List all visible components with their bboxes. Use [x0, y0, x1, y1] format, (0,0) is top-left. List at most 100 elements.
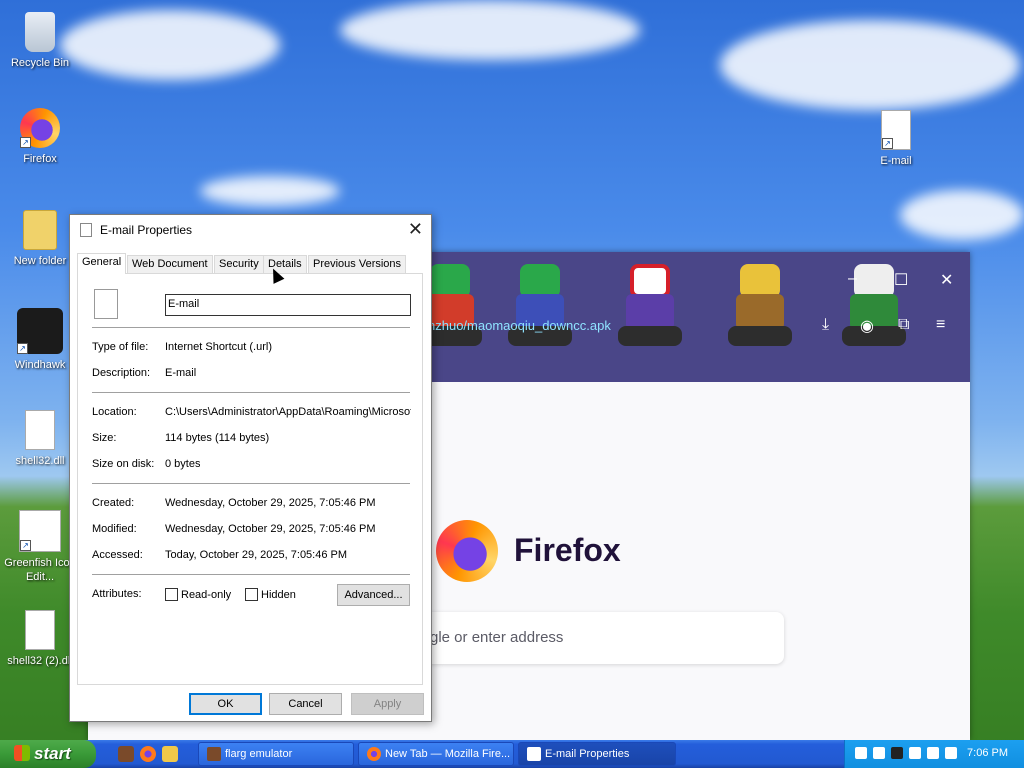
taskbar: start flarg emulator New Tab — Mozilla F… — [0, 740, 1024, 768]
minimize-icon[interactable]: – — [848, 270, 857, 288]
shortcut-arrow-icon: ↗ — [20, 540, 31, 551]
firefox-logo-icon — [436, 520, 498, 582]
type-value: Internet Shortcut (.url) — [165, 341, 272, 353]
tab-security[interactable]: Security — [214, 255, 264, 273]
monitor-icon[interactable] — [927, 747, 939, 759]
description-value: E-mail — [165, 367, 197, 379]
modified-label: Modified: — [92, 523, 137, 535]
properties-dialog[interactable]: E-mail Properties ✕ General Web Document… — [69, 214, 432, 722]
ok-button[interactable]: OK — [189, 693, 262, 715]
tab-general[interactable]: General — [77, 253, 127, 274]
accessed-label: Accessed: — [92, 549, 143, 561]
shortcut-arrow-icon: ↗ — [882, 138, 893, 149]
clock[interactable]: 7:06 PM — [967, 747, 1008, 759]
firefox-search-input[interactable]: gle or enter address — [418, 612, 784, 664]
folder-icon — [23, 210, 57, 250]
menu-icon[interactable]: ≡ — [936, 316, 945, 334]
desktop-icon-windhawk[interactable]: ↗ Windhawk — [2, 308, 78, 372]
recycle-bin-icon — [25, 12, 55, 52]
file-name-field[interactable]: E-mail — [165, 294, 411, 316]
type-label: Type of file: — [92, 341, 149, 353]
firefox-icon — [367, 747, 381, 761]
dll-file-icon — [25, 410, 55, 450]
close-icon[interactable]: ✕ — [408, 219, 423, 240]
task-email-properties[interactable]: E-mail Properties — [518, 742, 676, 766]
dialog-titlebar: E-mail Properties ✕ — [70, 215, 431, 245]
network-icon[interactable] — [873, 747, 885, 759]
wallpaper-cloud — [200, 176, 340, 206]
file-icon — [527, 747, 541, 761]
maximize-icon[interactable]: ☐ — [894, 270, 908, 290]
download-icon[interactable]: ⤓ — [822, 316, 829, 334]
hidden-label: Hidden — [261, 589, 296, 601]
read-only-checkbox[interactable] — [165, 588, 178, 601]
firefox-icon: ↗ — [20, 108, 60, 148]
size-value: 114 bytes (114 bytes) — [165, 432, 270, 444]
greenfish-icon: ↗ — [19, 510, 61, 552]
bowser-kart-sprite — [728, 264, 792, 352]
emulator-icon — [207, 747, 221, 761]
quicklaunch-app-icon[interactable] — [118, 746, 134, 762]
display-icon[interactable] — [909, 747, 921, 759]
created-value: Wednesday, October 29, 2025, 7:05:46 PM — [165, 497, 376, 509]
file-icon — [80, 223, 92, 237]
hidden-checkbox[interactable] — [245, 588, 258, 601]
task-firefox[interactable]: New Tab — Mozilla Fire... — [358, 742, 514, 766]
toad-kart-sprite — [618, 264, 682, 352]
desktop-icon-email[interactable]: ↗ E-mail — [858, 110, 934, 168]
extensions-icon[interactable]: ⧉ — [898, 316, 909, 334]
volume-muted-icon[interactable] — [945, 747, 957, 759]
read-only-label: Read-only — [181, 589, 232, 601]
accessed-value: Today, October 29, 2025, 7:05:46 PM — [165, 549, 348, 561]
quicklaunch-folder-icon[interactable] — [162, 746, 178, 762]
app-tray-icon[interactable] — [891, 747, 903, 759]
wallpaper-cloud — [720, 20, 1020, 110]
system-tray: 7:06 PM — [844, 740, 1024, 768]
location-value: C:\Users\Administrator\AppData\Roaming\M… — [165, 406, 411, 418]
windows-logo-icon — [14, 745, 30, 761]
start-button[interactable]: start — [0, 740, 96, 768]
size-label: Size: — [92, 432, 117, 444]
desktop-icon-firefox[interactable]: ↗ Firefox — [2, 108, 78, 166]
close-icon[interactable]: ✕ — [940, 270, 953, 290]
firefox-wordmark: Firefox — [514, 532, 621, 568]
apply-button[interactable]: Apply — [351, 693, 424, 715]
modified-value: Wednesday, October 29, 2025, 7:05:46 PM — [165, 523, 376, 535]
internet-shortcut-icon: ↗ — [881, 110, 911, 150]
wallpaper-cloud — [900, 190, 1024, 240]
task-flarg-emulator[interactable]: flarg emulator — [198, 742, 354, 766]
internet-shortcut-icon — [94, 289, 118, 319]
dialog-title: E-mail Properties — [100, 223, 193, 237]
shortcut-arrow-icon: ↗ — [17, 343, 28, 354]
divider — [92, 574, 410, 575]
wallpaper-cloud — [60, 10, 280, 80]
divider — [92, 327, 410, 328]
tab-previous-versions[interactable]: Previous Versions — [308, 255, 407, 273]
attributes-label: Attributes: — [92, 588, 142, 600]
desktop-icon-greenfish[interactable]: ↗ Greenfish Icon Edit... — [2, 510, 78, 584]
quicklaunch-firefox-icon[interactable] — [140, 746, 156, 762]
general-pane: E-mail Type of file: Internet Shortcut (… — [77, 273, 423, 685]
windhawk-icon: ↗ — [17, 308, 63, 354]
divider — [92, 392, 410, 393]
description-label: Description: — [92, 367, 151, 379]
security-shield-icon[interactable] — [855, 747, 867, 759]
advanced-button[interactable]: Advanced... — [337, 584, 410, 606]
desktop-icon-shell32[interactable]: shell32.dll — [2, 410, 78, 468]
location-label: Location: — [92, 406, 137, 418]
wallpaper-cloud — [340, 0, 640, 60]
divider — [92, 483, 410, 484]
shortcut-arrow-icon: ↗ — [20, 137, 31, 148]
desktop-icon-new-folder[interactable]: New folder — [2, 210, 78, 268]
dll-file-icon — [25, 610, 55, 650]
created-label: Created: — [92, 497, 135, 509]
firefox-url-fragment: nzhuo/maomaoqiu_downcc.apk — [428, 318, 611, 333]
cancel-button[interactable]: Cancel — [269, 693, 342, 715]
luigi-kart-sprite — [508, 264, 572, 352]
account-icon[interactable]: ◉ — [860, 316, 874, 336]
tab-web-document[interactable]: Web Document — [127, 255, 213, 273]
size-on-disk-label: Size on disk: — [92, 458, 155, 470]
size-on-disk-value: 0 bytes — [165, 458, 201, 470]
desktop-icon-shell32-2[interactable]: shell32 (2).dll — [2, 610, 78, 668]
desktop-icon-recycle-bin[interactable]: Recycle Bin — [2, 12, 78, 70]
